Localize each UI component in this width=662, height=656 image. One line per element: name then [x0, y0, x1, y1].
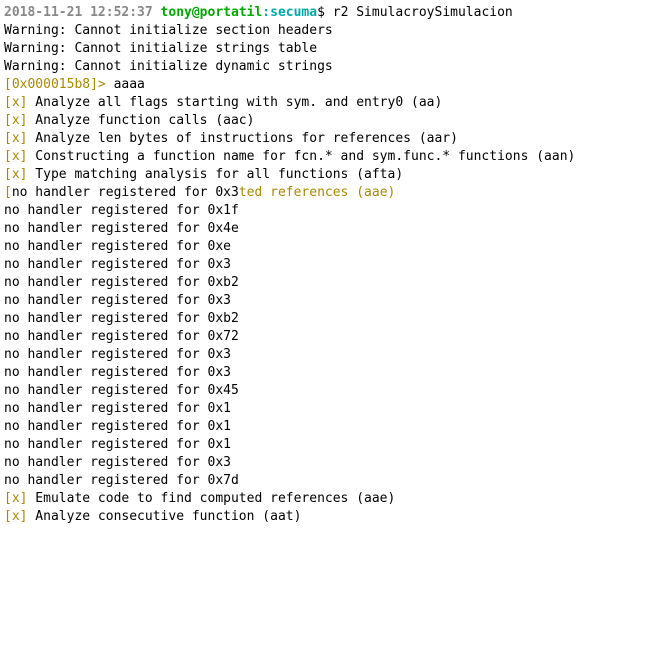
r2-command: aaaa	[114, 77, 145, 92]
r2-prompt: [0x000015b8]>	[4, 77, 114, 92]
handler-line: no handler registered for 0x4e	[4, 221, 239, 236]
handler-line: no handler registered for 0x1	[4, 437, 231, 452]
marker: [x]	[4, 95, 27, 110]
prompt-symbol: $	[317, 5, 333, 20]
user-host: tony@portatil	[161, 5, 263, 20]
warning-line: Warning: Cannot initialize dynamic strin…	[4, 59, 333, 74]
analysis-text: Emulate code to find computed references…	[27, 491, 395, 506]
analysis-text: Type matching analysis for all functions…	[27, 167, 403, 182]
analysis-text: Constructing a function name for fcn.* a…	[27, 149, 575, 164]
timestamp: 2018-11-21 12:52:37	[4, 5, 153, 20]
mixed-text: no handler registered for 0x3	[12, 185, 239, 200]
analysis-text: Analyze function calls (aac)	[27, 113, 254, 128]
handler-line: no handler registered for 0x3	[4, 365, 231, 380]
handler-line: no handler registered for 0xb2	[4, 311, 239, 326]
handler-line: no handler registered for 0xe	[4, 239, 231, 254]
analysis-text: Analyze len bytes of instructions for re…	[27, 131, 457, 146]
handler-line: no handler registered for 0x7d	[4, 473, 239, 488]
handler-line: no handler registered for 0x45	[4, 383, 239, 398]
host-sep: :	[262, 5, 270, 20]
analysis-text: Analyze consecutive function (aat)	[27, 509, 301, 524]
command: r2 SimulacroySimulacion	[333, 5, 513, 20]
handler-line: no handler registered for 0x72	[4, 329, 239, 344]
handler-line: no handler registered for 0x3	[4, 455, 231, 470]
marker: [x]	[4, 167, 27, 182]
handler-line: no handler registered for 0x1	[4, 401, 231, 416]
handler-line: no handler registered for 0x3	[4, 257, 231, 272]
marker: [x]	[4, 491, 27, 506]
handler-line: no handler registered for 0x1f	[4, 203, 239, 218]
handler-line: no handler registered for 0x3	[4, 293, 231, 308]
directory: secuma	[270, 5, 317, 20]
warning-line: Warning: Cannot initialize section heade…	[4, 23, 333, 38]
analysis-text: Analyze all flags starting with sym. and…	[27, 95, 442, 110]
mixed-text: ted references (aae)	[239, 185, 396, 200]
handler-line: no handler registered for 0x3	[4, 347, 231, 362]
marker: [x]	[4, 149, 27, 164]
handler-line: no handler registered for 0x1	[4, 419, 231, 434]
handler-line: no handler registered for 0xb2	[4, 275, 239, 290]
marker: [x]	[4, 113, 27, 128]
marker: [	[4, 185, 12, 200]
warning-line: Warning: Cannot initialize strings table	[4, 41, 317, 56]
terminal-output: 2018-11-21 12:52:37 tony@portatil:secuma…	[4, 4, 658, 526]
marker: [x]	[4, 131, 27, 146]
marker: [x]	[4, 509, 27, 524]
